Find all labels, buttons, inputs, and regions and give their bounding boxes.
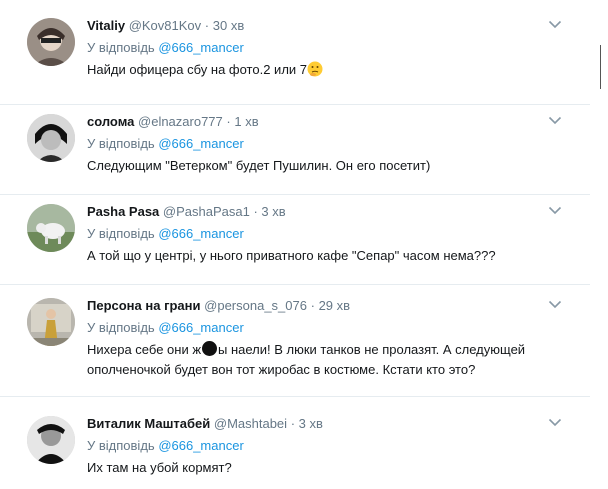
reply-context: У відповідь @666_mancer [87,320,244,335]
reply-mention-link[interactable]: @666_mancer [158,40,243,55]
reply-mention-link[interactable]: @666_mancer [158,226,243,241]
display-name[interactable]: Виталик Маштабей [87,416,210,431]
avatar-image [27,204,75,252]
timestamp[interactable]: 3 хв [299,416,323,431]
more-options-button[interactable] [548,300,566,314]
reply-prefix: У відповідь [87,438,155,453]
reply-prefix: У відповідь [87,226,155,241]
tweet-header: Vitaliy @Kov81Kov · 30 хв [87,18,244,34]
separator: · [226,114,231,129]
reply-context: У відповідь @666_mancer [87,226,244,241]
tweet-divider [0,194,590,195]
display-name[interactable]: солома [87,114,134,129]
separator: · [290,416,296,431]
reply-prefix: У відповідь [87,136,155,151]
avatar[interactable] [27,298,75,346]
more-options-button[interactable] [548,116,566,130]
tweet-text: Нихера себе они жы наели! В люки танков … [87,340,557,380]
user-handle[interactable]: @persona_s_076 [204,298,307,313]
avatar-image [27,298,75,346]
separator: · [204,18,210,33]
reply-context: У відповідь @666_mancer [87,438,244,453]
user-handle[interactable]: @elnazaro777 [138,114,223,129]
user-handle[interactable]: @Kov81Kov [129,18,201,33]
tweet-header: Виталик Маштабей @Mashtabei · 3 хв [87,416,323,432]
tweet-divider [0,104,590,105]
tweet-item[interactable]: Vitaliy @Kov81Kov · 30 хв У відповідь @6… [0,18,590,110]
timestamp[interactable]: 30 хв [213,18,244,33]
separator: · [310,298,315,313]
avatar[interactable] [27,18,75,66]
separator: · [253,204,258,219]
tweet-item[interactable]: Персона на грани @persona_s_076 · 29 хв … [0,298,590,398]
tweet-divider [0,396,590,397]
tweet-header: Pasha Pasa @PashaPasa1 · 3 хв [87,204,286,220]
chevron-down-icon [548,206,562,215]
display-name[interactable]: Pasha Pasa [87,204,159,219]
timestamp[interactable]: 29 хв [319,298,350,313]
tweet-header: солома @elnazaro777 · 1 хв [87,114,259,130]
timestamp[interactable]: 3 хв [261,204,285,219]
tweet-item[interactable]: Виталик Маштабей @Mashtabei · 3 хв У від… [0,416,590,488]
reply-context: У відповідь @666_mancer [87,40,244,55]
chevron-down-icon [548,300,562,309]
tweet-text-part-1: Нихера себе они ж [87,342,202,357]
tweet-text: Следующим "Ветерком" будет Пушилин. Он е… [87,158,431,173]
more-options-button[interactable] [548,20,566,34]
avatar-image [27,114,75,162]
user-handle[interactable]: @Mashtabei [214,416,287,431]
display-name[interactable]: Vitaliy [87,18,125,33]
avatar[interactable] [27,416,75,464]
avatar-image [27,416,75,464]
tweet-divider [0,284,590,285]
reply-context: У відповідь @666_mancer [87,136,244,151]
tweet-text: А той що у центрі, у нього приватного ка… [87,248,496,263]
avatar-image [27,18,75,66]
thinking-face-icon [307,61,323,77]
avatar[interactable] [27,204,75,252]
chevron-down-icon [548,20,562,29]
reply-prefix: У відповідь [87,40,155,55]
reply-mention-link[interactable]: @666_mancer [158,320,243,335]
reply-mention-link[interactable]: @666_mancer [158,136,243,151]
tweet-text: Найди офицера сбу на фото.2 или 7 [87,60,557,80]
scrollbar[interactable] [600,45,601,89]
user-handle[interactable]: @PashaPasa1 [163,204,250,219]
tweet-text: Их там на убой кормят? [87,460,232,475]
tweet-item[interactable]: солома @elnazaro777 · 1 хв У відповідь @… [0,114,590,206]
more-options-button[interactable] [548,206,566,220]
reply-prefix: У відповідь [87,320,155,335]
tweet-item[interactable]: Pasha Pasa @PashaPasa1 · 3 хв У відповід… [0,204,590,296]
censor-blot-icon [202,341,218,356]
more-options-button[interactable] [548,418,566,432]
tweet-header: Персона на грани @persona_s_076 · 29 хв [87,298,350,314]
chevron-down-icon [548,116,562,125]
tweet-text-content: Найди офицера сбу на фото.2 или 7 [87,62,308,77]
chevron-down-icon [548,418,562,427]
timestamp[interactable]: 1 хв [234,114,258,129]
avatar[interactable] [27,114,75,162]
reply-mention-link[interactable]: @666_mancer [158,438,243,453]
display-name[interactable]: Персона на грани [87,298,201,313]
